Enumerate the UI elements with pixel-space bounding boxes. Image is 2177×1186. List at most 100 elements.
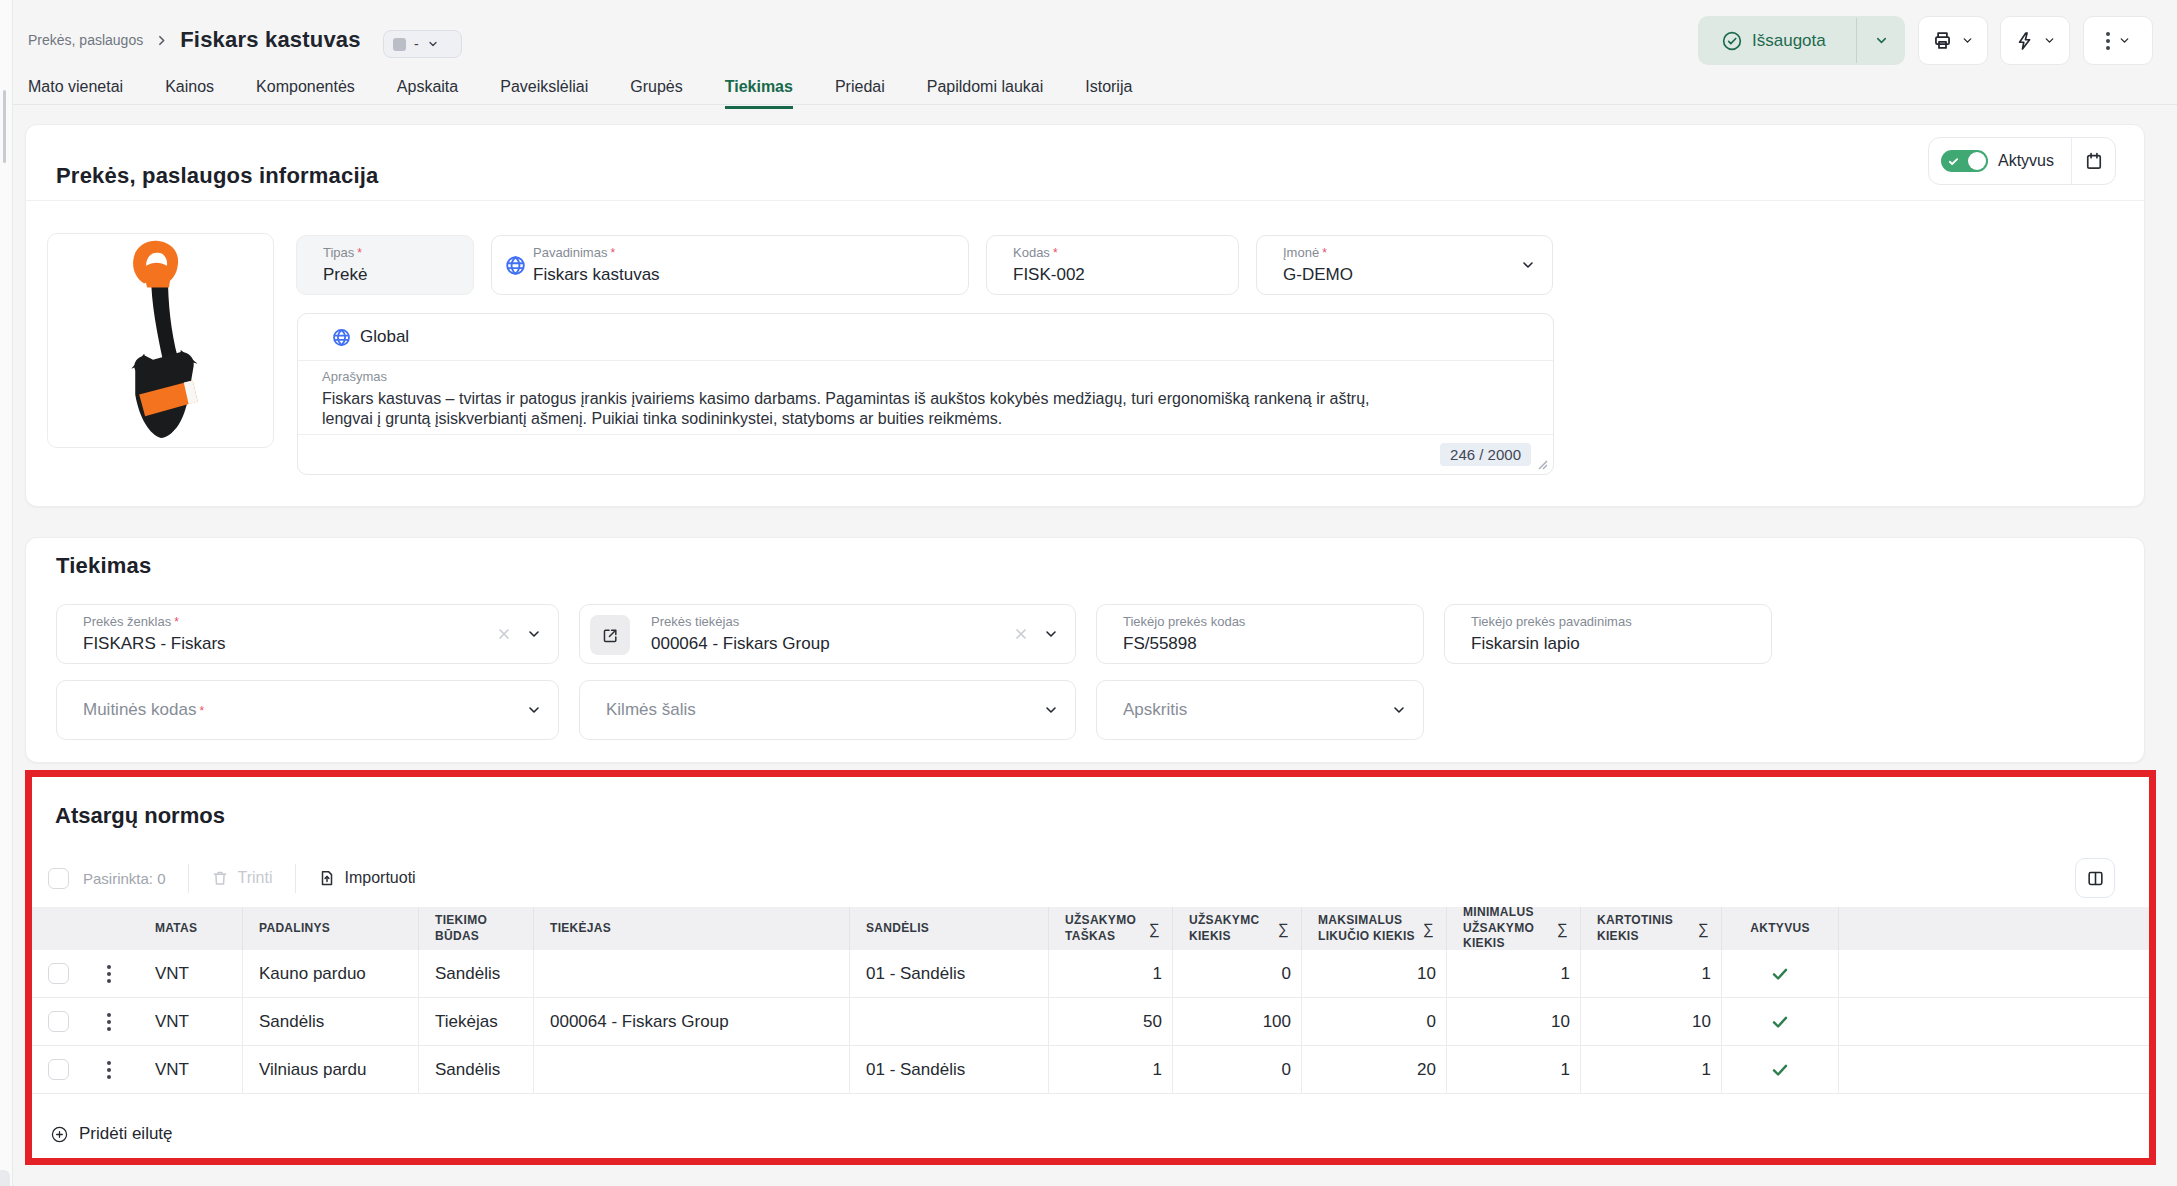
field-tiekejo-kodas[interactable]: Tiekėjo prekės kodas FS/55898 <box>1096 604 1424 664</box>
cell-sandelis[interactable]: 01 - Sandėlis <box>849 950 1048 997</box>
cell-tiekejas[interactable] <box>533 950 849 997</box>
breadcrumb-parent[interactable]: Prekės, paslaugos <box>28 32 143 48</box>
col-tiekejas[interactable]: TIEKĖJAS <box>533 907 849 950</box>
calendar-button[interactable] <box>2072 138 2115 184</box>
active-check-icon <box>1771 1061 1789 1079</box>
col-uzsakymo-kiekis[interactable]: UŽSAKYMC KIEKIS∑ <box>1172 907 1301 950</box>
col-kartotinis[interactable]: KARTOTINIS KIEKIS∑ <box>1580 907 1721 950</box>
chevron-down-icon[interactable] <box>1043 702 1059 718</box>
cell-uzsakymo_taskas[interactable]: 1 <box>1048 1046 1172 1093</box>
chevron-down-icon[interactable] <box>526 626 542 642</box>
cell-sandelis[interactable]: 01 - Sandėlis <box>849 1046 1048 1093</box>
cell-tiekimo_budas[interactable]: Tiekėjas <box>418 998 533 1045</box>
field-tiekejo-pavadinimas[interactable]: Tiekėjo prekės pavadinimas Fiskarsin lap… <box>1444 604 1772 664</box>
field-imone[interactable]: Įmonė G-DEMO <box>1256 235 1553 295</box>
cell-matas[interactable]: VNT <box>145 950 242 997</box>
chevron-down-icon[interactable] <box>526 702 542 718</box>
field-muitines-kodas[interactable]: Muitinės kodas <box>56 680 559 740</box>
cell-tiekimo_budas[interactable]: Sandėlis <box>418 1046 533 1093</box>
cell-uzsakymo_taskas[interactable]: 50 <box>1048 998 1172 1045</box>
actions-button[interactable] <box>2000 16 2070 65</box>
add-row-button[interactable]: Pridėti eilutę <box>51 1124 173 1144</box>
cell-kartotinis_kiekis[interactable]: 1 <box>1580 950 1721 997</box>
cell-maksimalus_likucio_kiekis[interactable]: 20 <box>1301 1046 1446 1093</box>
print-button[interactable] <box>1918 16 1988 65</box>
col-sandelis[interactable]: SANDĖLIS <box>849 907 1048 950</box>
cell-matas[interactable]: VNT <box>145 998 242 1045</box>
import-button[interactable]: Importuoti <box>318 869 416 887</box>
field-tipas-value: Prekė <box>323 265 457 285</box>
more-menu-button[interactable] <box>2083 16 2153 65</box>
field-kilmes-salis[interactable]: Kilmės šalis <box>579 680 1076 740</box>
cell-uzsakymo_kiekis[interactable]: 0 <box>1172 1046 1301 1093</box>
active-toggle-label: Aktyvus <box>1998 152 2054 170</box>
cell-uzsakymo_taskas[interactable]: 1 <box>1048 950 1172 997</box>
sum-icon: ∑ <box>1278 919 1289 939</box>
toggle-switch[interactable] <box>1941 150 1988 172</box>
col-aktyvus[interactable]: AKTYVUS <box>1721 907 1838 950</box>
field-apskritis[interactable]: Apskritis <box>1096 680 1424 740</box>
sidebar-scrollbar[interactable] <box>3 90 6 163</box>
external-link-button[interactable] <box>590 615 630 655</box>
cell-maksimalus_likucio_kiekis[interactable]: 0 <box>1301 998 1446 1045</box>
trash-icon <box>211 869 229 887</box>
row-menu-icon[interactable] <box>107 1013 111 1031</box>
cell-tiekejas[interactable] <box>533 1046 849 1093</box>
row-checkbox[interactable] <box>48 963 69 984</box>
column-settings-button[interactable] <box>2075 858 2115 898</box>
clear-icon[interactable] <box>496 626 512 642</box>
cell-uzsakymo_kiekis[interactable]: 100 <box>1172 998 1301 1045</box>
col-padalinys[interactable]: PADALINYS <box>242 907 418 950</box>
cell-maksimalus_likucio_kiekis[interactable]: 10 <box>1301 950 1446 997</box>
page-title: Fiskars kastuvas <box>180 27 361 53</box>
field-prekes-zenklas[interactable]: Prekės ženklas FISKARS - Fiskars <box>56 604 559 664</box>
saved-status-button[interactable]: Išsaugota <box>1698 16 1905 65</box>
row-checkbox[interactable] <box>48 1059 69 1080</box>
field-prekes-tiekejas[interactable]: Prekės tiekėjas 000064 - Fiskars Group <box>579 604 1076 664</box>
cell-padalinys[interactable]: Kauno parduo <box>242 950 418 997</box>
cell-kartotinis_kiekis[interactable]: 10 <box>1580 998 1721 1045</box>
field-apskritis-label: Apskritis <box>1123 700 1187 720</box>
row-menu-icon[interactable] <box>107 965 111 983</box>
col-matas[interactable]: MATAS <box>145 907 242 950</box>
cell-sandelis[interactable] <box>849 998 1048 1045</box>
chevron-down-icon[interactable] <box>1043 626 1059 642</box>
row-checkbox[interactable] <box>48 1011 69 1032</box>
cell-minimalus_uzsakymo_kiekis[interactable]: 1 <box>1446 950 1580 997</box>
cell-minimalus_uzsakymo_kiekis[interactable]: 10 <box>1446 998 1580 1045</box>
resize-handle-icon[interactable] <box>1538 460 1548 470</box>
cell-kartotinis_kiekis[interactable]: 1 <box>1580 1046 1721 1093</box>
col-tiekimo-budas[interactable]: TIEKIMO BŪDAS <box>418 907 533 950</box>
clear-icon[interactable] <box>1013 626 1029 642</box>
sidebar-corner-tab <box>0 1170 10 1186</box>
supply-card: Tiekimas Prekės ženklas FISKARS - Fiskar… <box>25 537 2145 763</box>
field-kilmes-salis-label: Kilmės šalis <box>606 700 696 720</box>
cell-minimalus_uzsakymo_kiekis[interactable]: 1 <box>1446 1046 1580 1093</box>
cell-uzsakymo_kiekis[interactable]: 0 <box>1172 950 1301 997</box>
select-all-checkbox[interactable] <box>48 868 69 889</box>
description-text[interactable]: Fiskars kastuvas – tvirtas ir patogus įr… <box>322 389 1529 429</box>
chevron-down-icon[interactable] <box>1520 257 1536 273</box>
field-kodas[interactable]: Kodas FISK-002 <box>986 235 1239 295</box>
product-image[interactable] <box>47 233 274 448</box>
field-tiekejo-kodas-label: Tiekėjo prekės kodas <box>1123 614 1407 629</box>
col-uzsakymo-taskas[interactable]: UŽSAKYMO TAŠKAS∑ <box>1048 907 1172 950</box>
delete-button[interactable]: Trinti <box>211 869 273 887</box>
variant-dropdown[interactable]: - <box>383 30 462 58</box>
saved-dropdown-chevron[interactable] <box>1857 16 1905 65</box>
field-tiekejo-kodas-value: FS/55898 <box>1123 634 1407 654</box>
cell-matas[interactable]: VNT <box>145 1046 242 1093</box>
field-tipas-label: Tipas <box>323 245 457 260</box>
chevron-right-icon <box>155 34 168 47</box>
col-maksimalus[interactable]: MAKSIMALUS LIKUČIO KIEKIS∑ <box>1301 907 1446 950</box>
cell-padalinys[interactable]: Vilniaus pardu <box>242 1046 418 1093</box>
active-toggle[interactable]: Aktyvus <box>1929 138 2071 184</box>
col-minimalus[interactable]: MINIMALUS UŽSAKYMO KIEKIS∑ <box>1446 907 1580 950</box>
cell-tiekimo_budas[interactable]: Sandėlis <box>418 950 533 997</box>
product-info-card: Prekės, paslaugos informacija Aktyvus Ti… <box>25 124 2145 507</box>
row-menu-icon[interactable] <box>107 1061 111 1079</box>
cell-padalinys[interactable]: Sandėlis <box>242 998 418 1045</box>
chevron-down-icon[interactable] <box>1391 702 1407 718</box>
cell-tiekejas[interactable]: 000064 - Fiskars Group <box>533 998 849 1045</box>
field-pavadinimas[interactable]: Pavadinimas Fiskars kastuvas <box>491 235 969 295</box>
